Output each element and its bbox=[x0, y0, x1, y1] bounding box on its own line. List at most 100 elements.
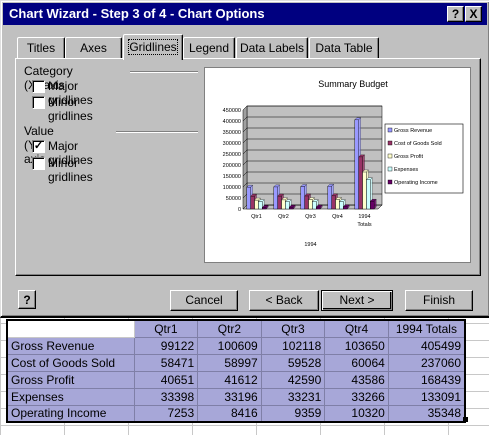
cancel-button[interactable]: Cancel bbox=[170, 290, 238, 311]
y-tick-label: 100000 bbox=[223, 185, 241, 191]
bar bbox=[335, 199, 340, 210]
table-cell[interactable]: 60064 bbox=[324, 353, 389, 372]
table-row: Expenses 33398 33196 33231 33266 133091 bbox=[6, 387, 466, 406]
legend-label: Gross Profit bbox=[394, 154, 424, 160]
table-cell[interactable]: 99122 bbox=[133, 336, 199, 355]
table-cell[interactable]: 33266 bbox=[324, 387, 389, 406]
bar bbox=[316, 206, 321, 210]
legend-label: Expenses bbox=[394, 167, 418, 173]
bar bbox=[258, 201, 263, 210]
table-header-cell[interactable]: Qtr2 bbox=[197, 319, 262, 338]
row-label-cell[interactable]: Operating Income bbox=[6, 404, 135, 423]
table-cell[interactable]: 58471 bbox=[133, 353, 199, 372]
table-cell[interactable]: 102118 bbox=[260, 336, 326, 355]
title-bar: Chart Wizard - Step 3 of 4 - Chart Optio… bbox=[3, 3, 487, 25]
tab-label: Titles bbox=[26, 41, 56, 55]
row-label-cell[interactable]: Expenses bbox=[6, 387, 135, 406]
value-minor-gridlines-checkbox[interactable] bbox=[32, 157, 45, 170]
x-tick-label: 1994 bbox=[358, 214, 370, 220]
check-mark-icon: ✓ bbox=[33, 140, 44, 152]
table-cell[interactable]: 33398 bbox=[133, 387, 199, 406]
bar bbox=[304, 195, 309, 210]
selection-fill-handle[interactable] bbox=[463, 417, 468, 422]
table-corner-cell bbox=[6, 319, 135, 338]
row-label-cell[interactable]: Gross Profit bbox=[6, 370, 135, 389]
back-button[interactable]: < Back bbox=[249, 290, 319, 311]
bar bbox=[289, 206, 294, 210]
chart-svg: Summary Budget 0 50000 100000 150000 200000 2… bbox=[223, 79, 464, 248]
table-cell[interactable]: 58997 bbox=[197, 353, 262, 372]
next-button[interactable]: Next > bbox=[321, 290, 393, 311]
tab-gridlines[interactable]: Gridlines bbox=[123, 34, 183, 60]
tab-axes[interactable]: Axes bbox=[65, 37, 122, 59]
table-cell[interactable]: 33196 bbox=[197, 387, 262, 406]
bar bbox=[285, 201, 290, 210]
table-cell[interactable]: 10320 bbox=[324, 404, 389, 423]
table-cell[interactable]: 42590 bbox=[260, 370, 326, 389]
table-cell[interactable]: 103650 bbox=[324, 336, 389, 355]
category-major-gridlines-checkbox[interactable] bbox=[32, 80, 45, 93]
category-minor-gridlines-label: Minor gridlines bbox=[48, 95, 93, 123]
bar bbox=[273, 186, 278, 210]
legend-label: Operating Income bbox=[394, 180, 438, 186]
tab-data-labels[interactable]: Data Labels bbox=[236, 37, 308, 59]
row-label-cell[interactable]: Cost of Goods Sold bbox=[6, 353, 135, 372]
finish-button[interactable]: Finish bbox=[405, 290, 473, 311]
table-cell[interactable]: 33231 bbox=[260, 387, 326, 406]
category-minor-gridlines-checkbox[interactable] bbox=[32, 96, 45, 109]
table-cell[interactable]: 40651 bbox=[133, 370, 199, 389]
bar bbox=[250, 195, 255, 210]
table-header-cell[interactable]: 1994 Totals bbox=[387, 319, 466, 338]
table-header-cell[interactable]: Qtr4 bbox=[324, 319, 389, 338]
source-data-table[interactable]: Qtr1 Qtr2 Qtr3 Qtr4 1994 Totals Gross Re… bbox=[6, 319, 466, 423]
legend-swatch bbox=[387, 166, 393, 172]
table-header-cell[interactable]: Qtr3 bbox=[260, 319, 326, 338]
y-tick-label: 300000 bbox=[223, 141, 241, 147]
bar bbox=[339, 201, 344, 210]
tab-titles[interactable]: Titles bbox=[17, 37, 65, 59]
bar bbox=[254, 199, 259, 210]
table-cell[interactable]: 168439 bbox=[387, 370, 466, 389]
bar bbox=[308, 199, 313, 210]
bar bbox=[358, 156, 363, 210]
chart-preview: Summary Budget 0 50000 100000 150000 200000 2… bbox=[204, 67, 471, 263]
table-cell[interactable]: 8416 bbox=[197, 404, 262, 423]
y-tick-label: 400000 bbox=[223, 119, 241, 125]
chart-title: Summary Budget bbox=[318, 79, 388, 89]
tab-data-table[interactable]: Data Table bbox=[309, 37, 379, 59]
table-cell[interactable]: 100609 bbox=[197, 336, 262, 355]
value-minor-gridlines-label: Minor gridlines bbox=[48, 156, 93, 184]
table-cell[interactable]: 59528 bbox=[260, 353, 326, 372]
table-cell[interactable]: 133091 bbox=[387, 387, 466, 406]
bar bbox=[331, 195, 336, 210]
table-cell[interactable]: 7253 bbox=[133, 404, 199, 423]
table-cell[interactable]: 41612 bbox=[197, 370, 262, 389]
value-major-gridlines-checkbox[interactable]: ✓ bbox=[32, 140, 45, 153]
row-label-cell[interactable]: Gross Revenue bbox=[6, 336, 135, 355]
chart-side-wall bbox=[242, 105, 248, 210]
tab-label: Data Labels bbox=[239, 41, 305, 55]
tab-label: Legend bbox=[188, 41, 230, 55]
legend-label: Cost of Goods Sold bbox=[394, 141, 442, 147]
table-cell[interactable]: 405499 bbox=[387, 336, 466, 355]
help-title-button[interactable]: ? bbox=[447, 6, 464, 22]
window-title: Chart Wizard - Step 3 of 4 - Chart Optio… bbox=[9, 6, 265, 21]
y-tick-label: 450000 bbox=[223, 108, 241, 114]
bar bbox=[370, 201, 375, 210]
table-cell[interactable]: 237060 bbox=[387, 353, 466, 372]
x-tick-label: Totals bbox=[357, 222, 372, 228]
y-tick-label: 0 bbox=[238, 207, 241, 213]
x-tick-label: Qtr1 bbox=[251, 214, 262, 220]
table-header-cell[interactable]: Qtr1 bbox=[133, 319, 199, 338]
tab-label: Gridlines bbox=[128, 39, 178, 55]
table-cell[interactable]: 43586 bbox=[324, 370, 389, 389]
help-button[interactable]: ? bbox=[18, 290, 36, 309]
table-cell[interactable]: 35348 bbox=[387, 404, 466, 423]
table-cell[interactable]: 9359 bbox=[260, 404, 326, 423]
close-button[interactable]: X bbox=[465, 6, 482, 22]
bar bbox=[327, 185, 332, 210]
tab-legend[interactable]: Legend bbox=[183, 37, 235, 59]
bar bbox=[312, 201, 317, 210]
table-header-row: Qtr1 Qtr2 Qtr3 Qtr4 1994 Totals bbox=[6, 319, 466, 338]
group-divider bbox=[130, 71, 198, 73]
